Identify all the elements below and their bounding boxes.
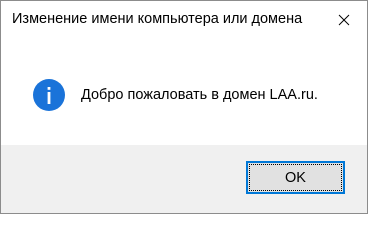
- info-icon: [33, 79, 65, 111]
- ok-button[interactable]: OK: [246, 161, 345, 194]
- close-button[interactable]: [321, 1, 367, 39]
- window-title: Изменение имени компьютера или домена: [12, 11, 303, 27]
- dialog-content: Добро пожаловать в домен LAA.ru.: [1, 39, 367, 145]
- title-bar: Изменение имени компьютера или домена: [1, 1, 367, 39]
- ok-button-label: OK: [249, 164, 342, 191]
- close-icon: [338, 14, 350, 26]
- message-dialog: Изменение имени компьютера или домена До…: [0, 0, 368, 214]
- dialog-message: Добро пожаловать в домен LAA.ru.: [81, 87, 318, 103]
- dialog-footer: OK: [1, 145, 367, 213]
